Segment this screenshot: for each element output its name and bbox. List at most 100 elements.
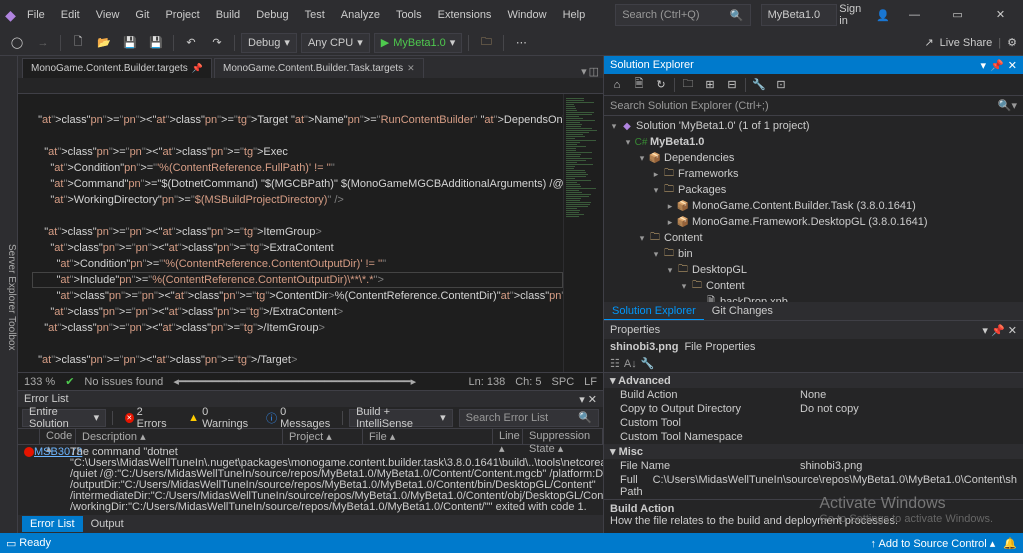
tab-output[interactable]: Output: [83, 516, 132, 532]
saveall-icon[interactable]: 💾: [145, 32, 167, 54]
pin-icon[interactable]: 📌: [192, 63, 203, 74]
props-row[interactable]: Custom Tool Namespace: [604, 430, 1023, 444]
title-project[interactable]: MyBeta1.0: [761, 4, 838, 26]
menu-build[interactable]: Build: [208, 5, 248, 25]
properties-icon[interactable]: 🔧: [750, 78, 768, 91]
editor-body[interactable]: "at">class"pn">="pn"><"at">class"pn">="t…: [18, 94, 603, 372]
notifications-icon[interactable]: 🔔: [1003, 537, 1017, 550]
props-row[interactable]: Custom Tool: [604, 416, 1023, 430]
menu-edit[interactable]: Edit: [53, 5, 88, 25]
start-debug-button[interactable]: ▶MyBeta1.0▾: [374, 33, 463, 53]
left-side-tabs[interactable]: Server Explorer Toolbox: [0, 56, 18, 533]
tree-item[interactable]: ▸🗀Frameworks: [604, 166, 1023, 182]
tree-item[interactable]: ▾🗀Content: [604, 278, 1023, 294]
tree-item[interactable]: ▾📦Dependencies: [604, 150, 1023, 166]
props-row[interactable]: Copy to Output DirectoryDo not copy: [604, 402, 1023, 416]
menu-git[interactable]: Git: [127, 5, 157, 25]
props-row[interactable]: Build ActionNone: [604, 388, 1023, 402]
liveshare-button[interactable]: Live Share: [940, 37, 993, 49]
menu-tools[interactable]: Tools: [388, 5, 430, 25]
minimize-button[interactable]: ―: [896, 1, 933, 29]
se-icon[interactable]: ↻: [652, 78, 670, 91]
tree-item[interactable]: ▸📦MonoGame.Framework.DesktopGL (3.8.0.16…: [604, 214, 1023, 230]
close-icon[interactable]: ✕: [1008, 59, 1017, 72]
redo-icon[interactable]: ↷: [206, 32, 228, 54]
pin-icon[interactable]: ▾: [579, 394, 585, 406]
undo-icon[interactable]: ↶: [180, 32, 202, 54]
global-search-input[interactable]: Search (Ctrl+Q) 🔍: [615, 4, 750, 26]
props-category[interactable]: ▾ Advanced: [604, 373, 1023, 388]
nav-back-icon[interactable]: ◯: [6, 32, 28, 54]
errors-filter[interactable]: ✕2 Errors: [119, 406, 176, 430]
tab-solution-explorer[interactable]: Solution Explorer: [604, 303, 704, 320]
tb-icon[interactable]: 🗀: [475, 32, 497, 54]
menu-help[interactable]: Help: [555, 5, 594, 25]
menu-extensions[interactable]: Extensions: [430, 5, 500, 25]
line-indicator[interactable]: Ln: 138: [469, 376, 506, 388]
pin-icon[interactable]: 📌: [990, 59, 1004, 72]
home-icon[interactable]: ⌂: [608, 79, 626, 91]
err-search-input[interactable]: Search Error List🔍: [459, 409, 599, 427]
error-code[interactable]: MSB3073: [34, 447, 70, 513]
props-category[interactable]: ▾ Misc: [604, 444, 1023, 459]
menu-window[interactable]: Window: [499, 5, 554, 25]
menu-analyze[interactable]: Analyze: [333, 5, 388, 25]
tb-icon[interactable]: ⋯: [510, 32, 532, 54]
props-row[interactable]: File Nameshinobi3.png: [604, 459, 1023, 473]
pin-icon[interactable]: 📌: [991, 325, 1005, 337]
tree-item[interactable]: ▾🗀bin: [604, 246, 1023, 262]
signin-link[interactable]: Sign in: [839, 3, 870, 27]
tree-item[interactable]: ▾🗀Packages: [604, 182, 1023, 198]
tab-error-list[interactable]: Error List: [22, 516, 83, 532]
tree-item[interactable]: ▾🗀DesktopGL: [604, 262, 1023, 278]
config-dropdown[interactable]: Debug▾: [241, 33, 297, 53]
tab-git-changes[interactable]: Git Changes: [704, 303, 781, 319]
code-editor[interactable]: "at">class"pn">="pn"><"at">class"pn">="t…: [32, 94, 563, 372]
se-icon[interactable]: ⊡: [772, 78, 790, 91]
se-icon[interactable]: 🗎: [630, 75, 648, 94]
tree-item[interactable]: 🗎backDrop.xnb: [604, 294, 1023, 302]
editor-tab[interactable]: MonoGame.Content.Builder.targets📌: [22, 58, 212, 78]
alpha-icon[interactable]: A↓: [624, 358, 637, 370]
new-icon[interactable]: 🗋: [67, 32, 89, 54]
indent-indicator[interactable]: SPC: [552, 376, 575, 388]
add-source-control-button[interactable]: ↑ Add to Source Control ▴: [871, 537, 996, 550]
editor-tab[interactable]: MonoGame.Content.Builder.Task.targets✕: [214, 58, 424, 78]
menu-test[interactable]: Test: [297, 5, 333, 25]
menu-project[interactable]: Project: [157, 5, 207, 25]
se-icon[interactable]: 🗀: [679, 75, 697, 94]
eol-indicator[interactable]: LF: [584, 376, 597, 388]
col-indicator[interactable]: Ch: 5: [515, 376, 541, 388]
close-icon[interactable]: ✕: [588, 394, 597, 406]
menu-debug[interactable]: Debug: [248, 5, 296, 25]
nav-fwd-icon[interactable]: →: [32, 32, 54, 54]
tree-item[interactable]: ▾🗀Content: [604, 230, 1023, 246]
open-icon[interactable]: 📂: [93, 32, 115, 54]
dropdown-icon[interactable]: ▾: [982, 325, 988, 337]
liveshare-icon[interactable]: ↗: [924, 36, 933, 49]
se-icon[interactable]: ⊟: [723, 78, 741, 91]
platform-dropdown[interactable]: Any CPU▾: [301, 33, 370, 53]
admin-icon[interactable]: ⚙: [1007, 36, 1017, 49]
tab-dropdown-icon[interactable]: ▾: [581, 65, 587, 78]
tree-item[interactable]: ▾C#MyBeta1.0: [604, 134, 1023, 150]
maximize-button[interactable]: ▭: [939, 1, 976, 29]
close-button[interactable]: ✕: [982, 1, 1019, 29]
menu-file[interactable]: File: [19, 5, 53, 25]
solution-root[interactable]: Solution 'MyBeta1.0' (1 of 1 project): [636, 120, 810, 132]
minimap[interactable]: [563, 94, 603, 372]
close-icon[interactable]: ✕: [1008, 325, 1017, 337]
tab-split-icon[interactable]: ◫: [589, 65, 599, 78]
user-icon[interactable]: 👤: [876, 9, 890, 22]
messages-filter[interactable]: ⓘ0 Messages: [260, 406, 336, 430]
menu-view[interactable]: View: [88, 5, 128, 25]
dropdown-icon[interactable]: ▾: [981, 59, 987, 72]
solution-tree[interactable]: ▾◆ Solution 'MyBeta1.0' (1 of 1 project)…: [604, 116, 1023, 302]
err-scope-dropdown[interactable]: Entire Solution▾: [22, 409, 106, 427]
tree-item[interactable]: ▸📦MonoGame.Content.Builder.Task (3.8.0.1…: [604, 198, 1023, 214]
err-mode-dropdown[interactable]: Build + IntelliSense▾: [349, 409, 453, 427]
error-row[interactable]: MSB3073 The command "dotnet "C:\Users\Mi…: [18, 445, 603, 515]
se-search-input[interactable]: Search Solution Explorer (Ctrl+;) 🔍▾: [604, 96, 1023, 116]
close-icon[interactable]: ✕: [407, 63, 415, 74]
warnings-filter[interactable]: ▲0 Warnings: [182, 406, 254, 430]
